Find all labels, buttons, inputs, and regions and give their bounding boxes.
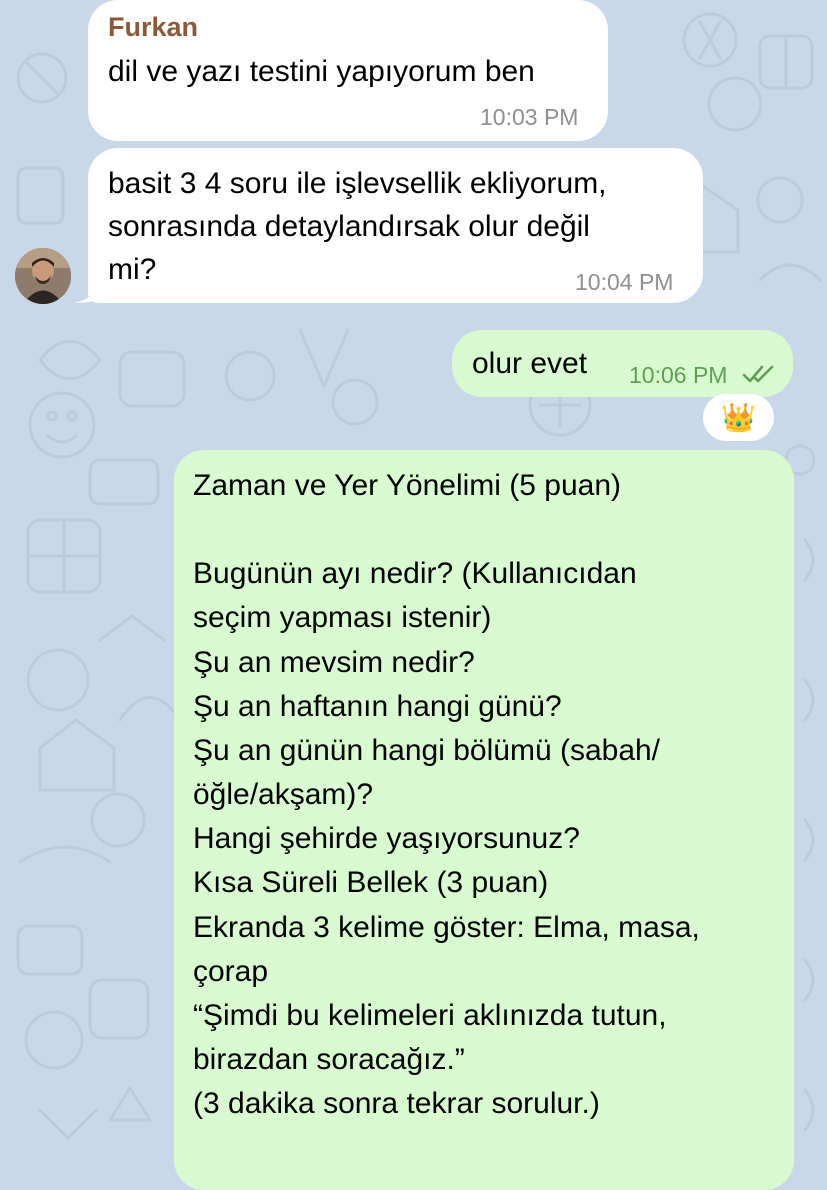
double-check-icon [742,365,774,383]
avatar[interactable] [15,248,71,304]
message-bubble-incoming[interactable]: Furkan dil ve yazı testini yapıyorum ben… [88,0,608,141]
message-time: 10:04 PM [575,269,674,295]
message-time: 10:06 PM [629,362,728,388]
message-text: olur evet [472,347,588,380]
message-text: basit 3 4 soru ile işlevsellik ekliyorum… [108,167,607,286]
message-text: Zaman ve Yer Yönelimi (5 puan) Bugünün a… [193,469,700,1121]
reaction-badge[interactable]: 👑 [703,394,774,441]
message-bubble-outgoing[interactable]: Zaman ve Yer Yönelimi (5 puan) Bugünün a… [174,450,794,1190]
sender-name[interactable]: Furkan [108,12,198,43]
message-time: 10:03 PM [480,104,579,130]
message-tail [74,281,98,303]
message-bubble-incoming[interactable]: basit 3 4 soru ile işlevsellik ekliyorum… [88,148,703,303]
message-text: dil ve yazı testini yapıyorum ben [108,55,535,88]
